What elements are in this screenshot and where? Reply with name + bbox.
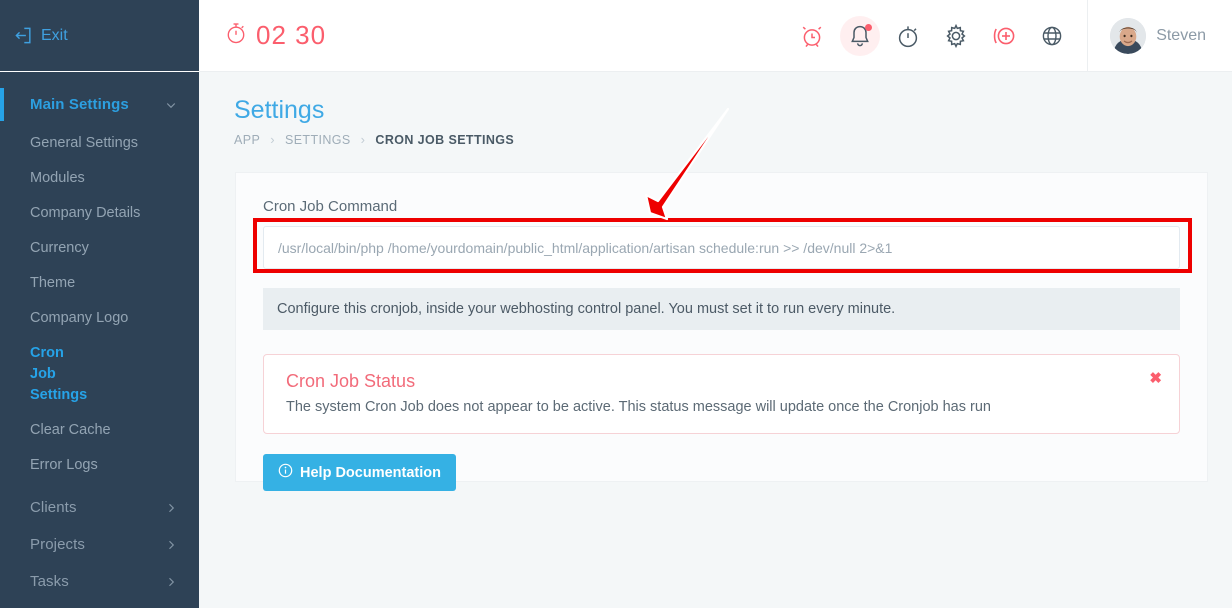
sidebar-item-currency[interactable]: Currency	[0, 231, 199, 266]
stopwatch-icon	[225, 21, 247, 50]
cron-config-note: Configure this cronjob, inside your webh…	[263, 288, 1180, 330]
cron-command-input[interactable]	[263, 226, 1180, 269]
cron-status-message: The system Cron Job does not appear to b…	[286, 399, 991, 415]
top-header: 02 30 Steven	[199, 0, 1232, 72]
user-name: Steven	[1156, 26, 1206, 44]
globe-icon[interactable]	[1039, 23, 1065, 49]
cron-status-alert: Cron Job Status The system Cron Job does…	[263, 354, 1180, 434]
cron-command-label: Cron Job Command	[263, 198, 398, 215]
chevron-right-icon: ›	[270, 132, 275, 147]
sidebar-group-label: Tasks	[30, 573, 69, 591]
exit-button[interactable]: Exit	[14, 26, 68, 45]
sidebar-item-company-details[interactable]: Company Details	[0, 196, 199, 231]
sidebar-item-theme[interactable]: Theme	[0, 266, 199, 301]
exit-label: Exit	[41, 26, 68, 44]
notification-badge	[865, 23, 873, 31]
chevron-right-icon: ›	[360, 132, 366, 147]
timer-value: 02 30	[256, 20, 327, 50]
bell-icon[interactable]	[840, 15, 881, 56]
sidebar-item-clear-cache[interactable]: Clear Cache	[0, 413, 199, 448]
header-icon-group	[799, 15, 1087, 56]
sidebar-item-error-logs[interactable]: Error Logs	[0, 448, 199, 483]
sidebar-group-tasks[interactable]: Tasks	[0, 563, 199, 600]
sidebar: Exit Main Settings General Settings Modu…	[0, 0, 199, 608]
cron-settings-card: Cron Job Command Configure this cronjob,…	[235, 172, 1208, 491]
sidebar-item-cron-job-settings[interactable]: Cron Job Settings	[0, 336, 96, 413]
gear-icon[interactable]	[943, 23, 969, 49]
sidebar-item-general-settings[interactable]: General Settings	[0, 126, 199, 161]
sidebar-nav: Main Settings General Settings Modules C…	[0, 72, 199, 600]
user-menu[interactable]: Steven	[1087, 0, 1232, 72]
info-icon	[278, 463, 293, 482]
sidebar-group-main-settings[interactable]: Main Settings	[0, 86, 199, 123]
exit-icon	[14, 26, 33, 45]
close-icon[interactable]: ✖	[1149, 371, 1162, 386]
alarm-clock-icon[interactable]	[799, 23, 825, 49]
chevron-right-icon	[165, 576, 177, 588]
plus-circle-icon[interactable]	[991, 23, 1017, 49]
sidebar-group-projects[interactable]: Projects	[0, 526, 199, 563]
help-documentation-button[interactable]: Help Documentation	[263, 454, 456, 491]
cron-status-title: Cron Job Status	[286, 371, 416, 391]
sidebar-group-label: Main Settings	[30, 96, 129, 113]
sidebar-group-label: Projects	[30, 536, 85, 554]
timer-icon[interactable]	[895, 23, 921, 49]
chevron-right-icon	[165, 502, 177, 514]
breadcrumb: APP › SETTINGS › CRON JOB SETTINGS	[234, 132, 1208, 147]
breadcrumb-item-current: CRON JOB SETTINGS	[375, 132, 515, 147]
breadcrumb-item-settings[interactable]: SETTINGS	[285, 133, 351, 147]
chevron-down-icon	[165, 99, 177, 111]
breadcrumb-item-app[interactable]: APP	[234, 133, 260, 147]
app-root: Exit Main Settings General Settings Modu…	[0, 0, 1232, 608]
avatar	[1110, 17, 1147, 54]
sidebar-group-label: Clients	[30, 499, 77, 517]
card-body: Cron Job Command Configure this cronjob,…	[236, 173, 1207, 491]
sidebar-group-clients[interactable]: Clients	[0, 489, 199, 526]
chevron-right-icon	[165, 539, 177, 551]
help-documentation-label: Help Documentation	[300, 464, 441, 481]
sidebar-item-company-logo[interactable]: Company Logo	[0, 301, 199, 336]
sidebar-subnav-main-settings: General Settings Modules Company Details…	[0, 123, 199, 489]
sidebar-header: Exit	[0, 0, 199, 72]
sidebar-item-modules[interactable]: Modules	[0, 161, 199, 196]
header-timer[interactable]: 02 30	[225, 20, 326, 51]
page-title: Settings	[234, 96, 325, 124]
